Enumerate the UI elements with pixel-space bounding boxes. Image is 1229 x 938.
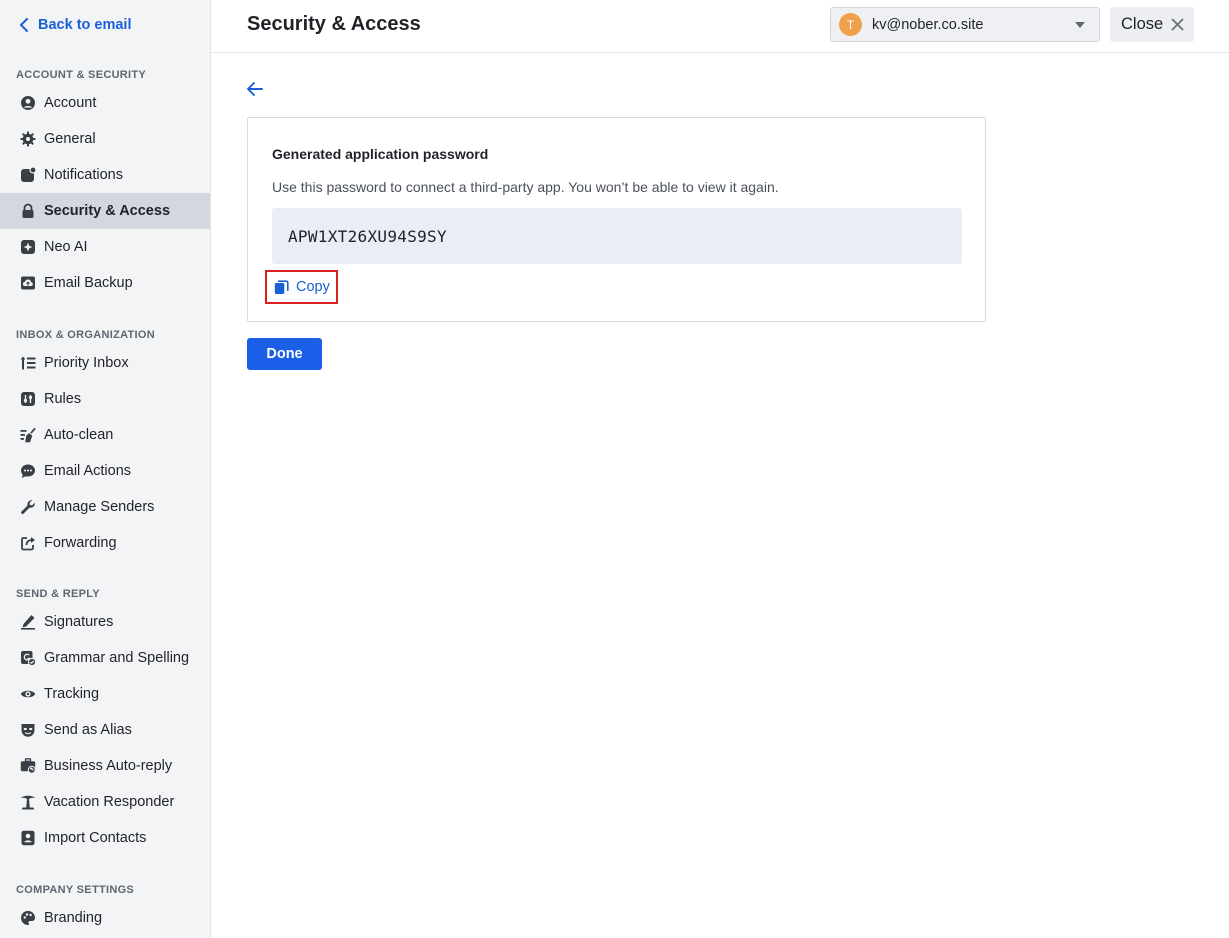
sidebar-item-label: Import Contacts (44, 830, 147, 846)
section-header-send-reply: SEND & REPLY (16, 588, 100, 600)
copy-label: Copy (296, 279, 330, 295)
sidebar-item-email-backup[interactable]: Email Backup (0, 265, 210, 301)
generated-password-field[interactable]: APW1XT26XU94S9SY (272, 208, 962, 264)
done-button[interactable]: Done (247, 338, 322, 370)
sidebar-item-tracking[interactable]: Tracking (0, 676, 210, 712)
section-header-account-security: ACCOUNT & SECURITY (16, 69, 147, 81)
sidebar-item-label: Rules (44, 391, 82, 407)
sidebar-item-import-contacts[interactable]: Import Contacts (0, 820, 210, 856)
app-password-card: Generated application password Use this … (247, 117, 986, 322)
sidebar-item-send-as-alias[interactable]: Send as Alias (0, 712, 210, 748)
gear-icon (19, 131, 36, 148)
section-header-company-settings: COMPANY SETTINGS (16, 884, 135, 896)
sidebar-item-grammar-spelling[interactable]: Grammar and Spelling (0, 640, 210, 676)
sidebar-item-label: Account (44, 95, 97, 111)
priority-list-icon (19, 355, 36, 372)
sidebar-item-vacation-responder[interactable]: Vacation Responder (0, 784, 210, 820)
caret-down-icon (1075, 22, 1085, 28)
user-circle-icon (19, 95, 36, 112)
mask-icon (19, 722, 36, 739)
pen-icon (19, 614, 36, 631)
sidebar-item-manage-senders[interactable]: Manage Senders (0, 489, 210, 525)
back-to-email-link[interactable]: Back to email (18, 14, 132, 36)
sidebar-item-label: Notifications (44, 167, 123, 183)
sidebar-item-label: Branding (44, 910, 103, 926)
sidebar-item-label: Email Backup (44, 275, 133, 291)
copy-button[interactable]: Copy (265, 270, 338, 304)
sidebar-item-label: Email Actions (44, 463, 132, 479)
palette-icon (19, 910, 36, 927)
sidebar: Back to email ACCOUNT & SECURITY Account… (0, 0, 211, 938)
sidebar-item-label: Priority Inbox (44, 355, 129, 371)
palm-tree-icon (19, 794, 36, 811)
contact-book-icon (19, 830, 36, 847)
sidebar-item-branding[interactable]: Branding (0, 900, 210, 936)
sidebar-item-label: Forwarding (44, 535, 117, 551)
back-to-email-label: Back to email (38, 17, 132, 33)
eye-icon (19, 686, 36, 703)
sidebar-item-security[interactable]: Security & Access (0, 193, 210, 229)
sidebar-item-general[interactable]: General (0, 121, 210, 157)
sidebar-item-label: Send as Alias (44, 722, 132, 738)
close-icon (1171, 18, 1184, 31)
chat-bubble-icon (19, 463, 36, 480)
section-header-inbox-organization: INBOX & ORGANIZATION (16, 329, 156, 341)
close-button[interactable]: Close (1110, 7, 1194, 42)
sidebar-item-label: General (44, 131, 96, 147)
sidebar-item-label: Neo AI (44, 239, 88, 255)
account-selector[interactable]: T kv@nober.co.site (830, 7, 1100, 42)
sidebar-item-label: Manage Senders (44, 499, 155, 515)
sidebar-item-rules[interactable]: Rules (0, 381, 210, 417)
rules-icon (19, 391, 36, 408)
sidebar-item-business-auto-reply[interactable]: Business Auto-reply (0, 748, 210, 784)
wrench-icon (19, 499, 36, 516)
card-title: Generated application password (272, 146, 489, 162)
chevron-left-icon (20, 18, 28, 32)
sidebar-item-priority-inbox[interactable]: Priority Inbox (0, 345, 210, 381)
account-email: kv@nober.co.site (872, 16, 984, 33)
page-title: Security & Access (247, 13, 421, 35)
sidebar-item-neo-ai[interactable]: Neo AI (0, 229, 210, 265)
card-description: Use this password to connect a third-par… (272, 179, 779, 195)
sidebar-item-signatures[interactable]: Signatures (0, 604, 210, 640)
sidebar-item-label: Business Auto-reply (44, 758, 173, 774)
notification-badge-icon (19, 167, 36, 184)
sidebar-item-label: Grammar and Spelling (44, 650, 190, 666)
sidebar-item-label: Vacation Responder (44, 794, 175, 810)
sidebar-item-auto-clean[interactable]: Auto-clean (0, 417, 210, 453)
sidebar-item-account[interactable]: Account (0, 85, 210, 121)
sidebar-item-label: Signatures (44, 614, 114, 630)
sidebar-item-label: Security & Access (44, 203, 171, 219)
sidebar-item-notifications[interactable]: Notifications (0, 157, 210, 193)
forward-share-icon (19, 535, 36, 552)
grammar-check-icon (19, 650, 36, 667)
copy-icon (274, 279, 289, 294)
broom-icon (19, 427, 36, 444)
cloud-upload-icon (19, 275, 36, 292)
sparkle-icon (19, 239, 36, 256)
close-label: Close (1121, 15, 1164, 33)
avatar: T (839, 13, 862, 36)
sidebar-item-forwarding[interactable]: Forwarding (0, 525, 210, 561)
sidebar-item-label: Auto-clean (44, 427, 114, 443)
briefcase-reply-icon (19, 758, 36, 775)
top-header: Security & Access T kv@nober.co.site Clo… (211, 0, 1229, 53)
sidebar-item-label: Tracking (44, 686, 100, 702)
arrow-left-icon[interactable] (246, 80, 264, 98)
sidebar-item-email-actions[interactable]: Email Actions (0, 453, 210, 489)
lock-icon (19, 203, 36, 220)
